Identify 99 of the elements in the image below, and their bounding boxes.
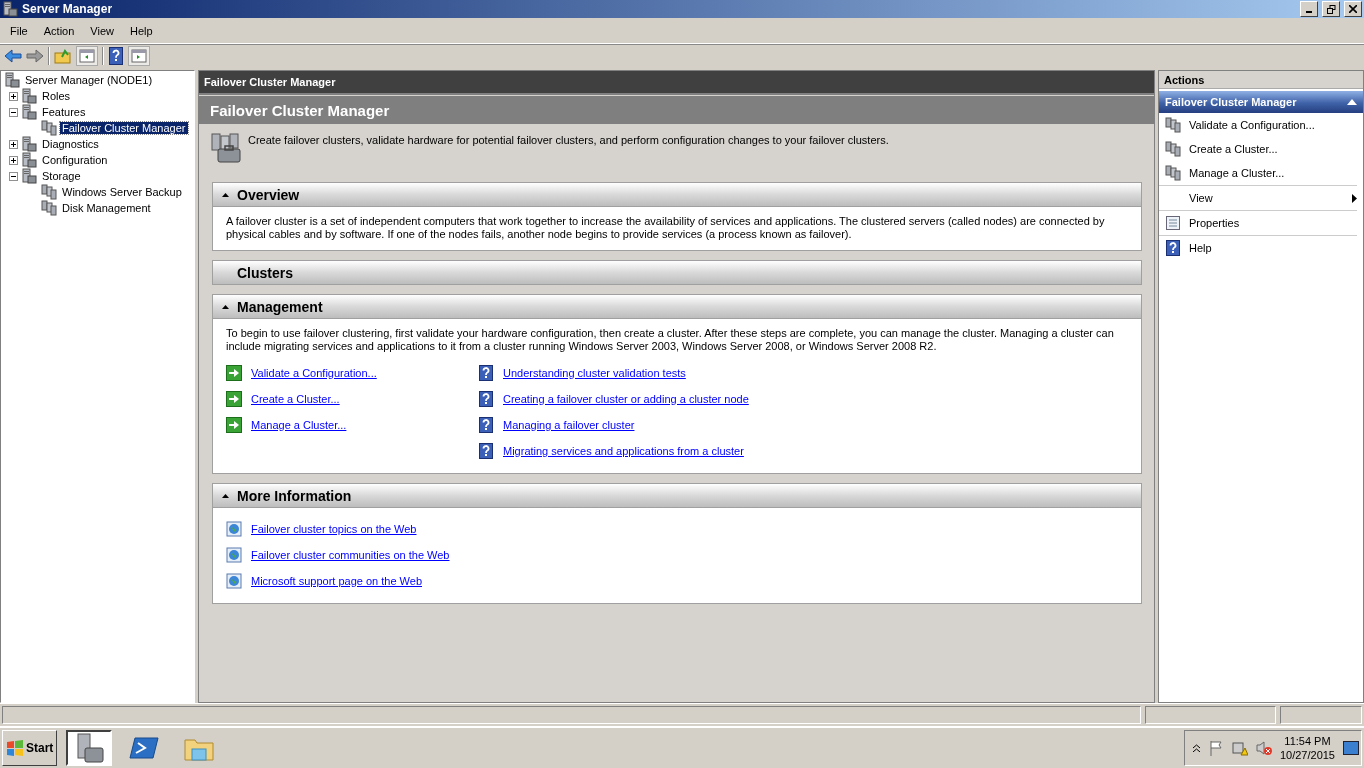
terminal-icon [129,736,160,760]
link[interactable]: Managing a failover cluster [503,418,635,432]
tree-node-icon [21,136,37,152]
section-header[interactable]: Clusters [213,261,1141,284]
help-icon [478,391,494,407]
tree-node-icon [41,184,57,200]
section-text: A failover cluster is a set of independent computers that work together to increase the availability of services and applications. The clustered servers (called nodes) are connected by physical cables and by software. If one of the nodes fails, another node begins to provide services (a process known as failover). [226,215,1106,241]
help-icon [1165,240,1181,256]
section-title: Management [237,298,323,315]
expand-toggle[interactable] [9,139,18,149]
task-link[interactable]: Validate a Configuration... [1189,119,1357,131]
window-title: Server Manager [22,2,114,16]
tree-item[interactable]: Storage [40,170,83,182]
collapse-icon[interactable] [221,493,229,498]
tree-node-icon [41,200,57,216]
close-icon [1349,5,1357,13]
group-title: Failover Cluster Manager [1165,96,1297,108]
link[interactable]: Manage a Cluster... [251,418,347,432]
tree-item[interactable]: Features [40,106,88,118]
chevron-icon[interactable] [1192,744,1200,752]
tree-item[interactable]: Roles [40,90,73,102]
help-icon[interactable] [108,47,124,65]
close-button[interactable] [1344,1,1362,17]
flag-icon[interactable] [1207,740,1224,756]
clock-date: 10/27/2015 [1279,748,1335,762]
tree-item[interactable]: Windows Server Backup [60,186,184,198]
section-title: Overview [237,186,300,203]
menu-item[interactable]: View [82,24,122,37]
link[interactable]: Create a Cluster... [251,392,340,406]
globe-icon [226,547,242,563]
collapse-icon[interactable] [221,304,229,309]
minimize-button[interactable] [1300,1,1318,17]
tree-node-icon [21,168,37,184]
menu-item[interactable]: Help [121,24,161,37]
speaker-muted-icon[interactable] [1255,740,1272,756]
link[interactable]: Creating a failover cluster or adding a cluster node [503,392,749,406]
globe-icon [226,521,242,537]
collapse-toggle[interactable] [9,107,18,117]
tree-item[interactable]: Diagnostics [40,138,101,150]
pane-header: Actions [1159,71,1363,89]
section-header[interactable]: More Information [213,484,1141,508]
taskbar-button[interactable] [66,730,113,766]
start-button[interactable]: Start [2,730,58,766]
tree-node-icon [4,72,20,88]
forward-icon[interactable] [26,48,44,64]
help-icon [478,365,494,381]
link[interactable]: Failover cluster topics on the Web [251,522,417,536]
back-icon[interactable] [4,48,22,64]
submenu-arrow-icon [1352,193,1357,203]
restore-icon [1326,4,1336,14]
link[interactable]: Migrating services and applications from a cluster [503,444,744,458]
description: Create failover clusters, validate hardware for potential failover clusters, and perform configuration changes to your failover clusters. [248,134,889,146]
pane-icon[interactable] [76,46,98,66]
link[interactable]: Understanding cluster validation tests [503,366,686,380]
link[interactable]: Microsoft support page on the Web [251,574,422,588]
tree-node-icon [41,120,57,136]
task-link[interactable]: Create a Cluster... [1189,143,1357,155]
section-title: Clusters [237,264,294,281]
desktop-icon[interactable] [1343,741,1359,755]
expand-toggle[interactable] [9,155,18,165]
action-group-header[interactable]: Failover Cluster Manager [1159,91,1363,113]
app-icon [2,1,18,17]
tree-node-icon [21,88,37,104]
restore-button[interactable] [1322,1,1340,17]
pane-header: Failover Cluster Manager [199,71,1154,95]
expand-toggle[interactable] [9,91,18,101]
section-header[interactable]: Overview [213,183,1141,207]
section-header[interactable]: Management [213,295,1141,319]
servers-icon [1165,165,1181,181]
collapse-icon[interactable] [221,192,229,197]
section-text: To begin to use failover clustering, first validate your hardware configuration, then create a cluster. After these steps are complete, you can manage the cluster. Managing a cluster can include migrating services and applications to it from a cluster running Windows Server 2003, Windows Server 2008, or Windows Server 2008 R2. [226,327,1115,353]
properties-icon [1165,215,1181,231]
windows-logo-icon [6,740,24,756]
plus-icon [10,156,17,164]
link[interactable]: Failover cluster communities on the Web [251,548,450,562]
task-link[interactable]: View [1189,192,1344,204]
plus-icon [10,92,17,100]
tree-item[interactable]: Server Manager (NODE1) [23,74,155,86]
globe-icon [226,573,242,589]
help-icon [478,417,494,433]
task-link[interactable]: Manage a Cluster... [1189,167,1357,179]
task-link[interactable]: Properties [1189,217,1357,229]
menu-item[interactable]: File [2,24,36,37]
section-title: More Information [237,487,352,504]
plus-icon [10,140,17,148]
network-warning-icon[interactable] [1231,740,1248,756]
clock-time: 11:54 PM [1284,734,1331,748]
tree-node-icon [21,104,37,120]
tree-item[interactable]: Configuration [40,154,110,166]
collapse-toggle[interactable] [9,171,18,181]
toolbox-icon [210,132,242,164]
page-title: Failover Cluster Manager [199,96,1154,124]
menu-item[interactable]: Action [35,24,83,37]
help-icon [478,443,494,459]
task-link[interactable]: Help [1189,242,1357,254]
link[interactable]: Validate a Configuration... [251,366,377,380]
tree-item[interactable]: Failover Cluster Manager [60,122,188,134]
tree-node-icon [21,152,37,168]
tree-item[interactable]: Disk Management [60,202,153,214]
